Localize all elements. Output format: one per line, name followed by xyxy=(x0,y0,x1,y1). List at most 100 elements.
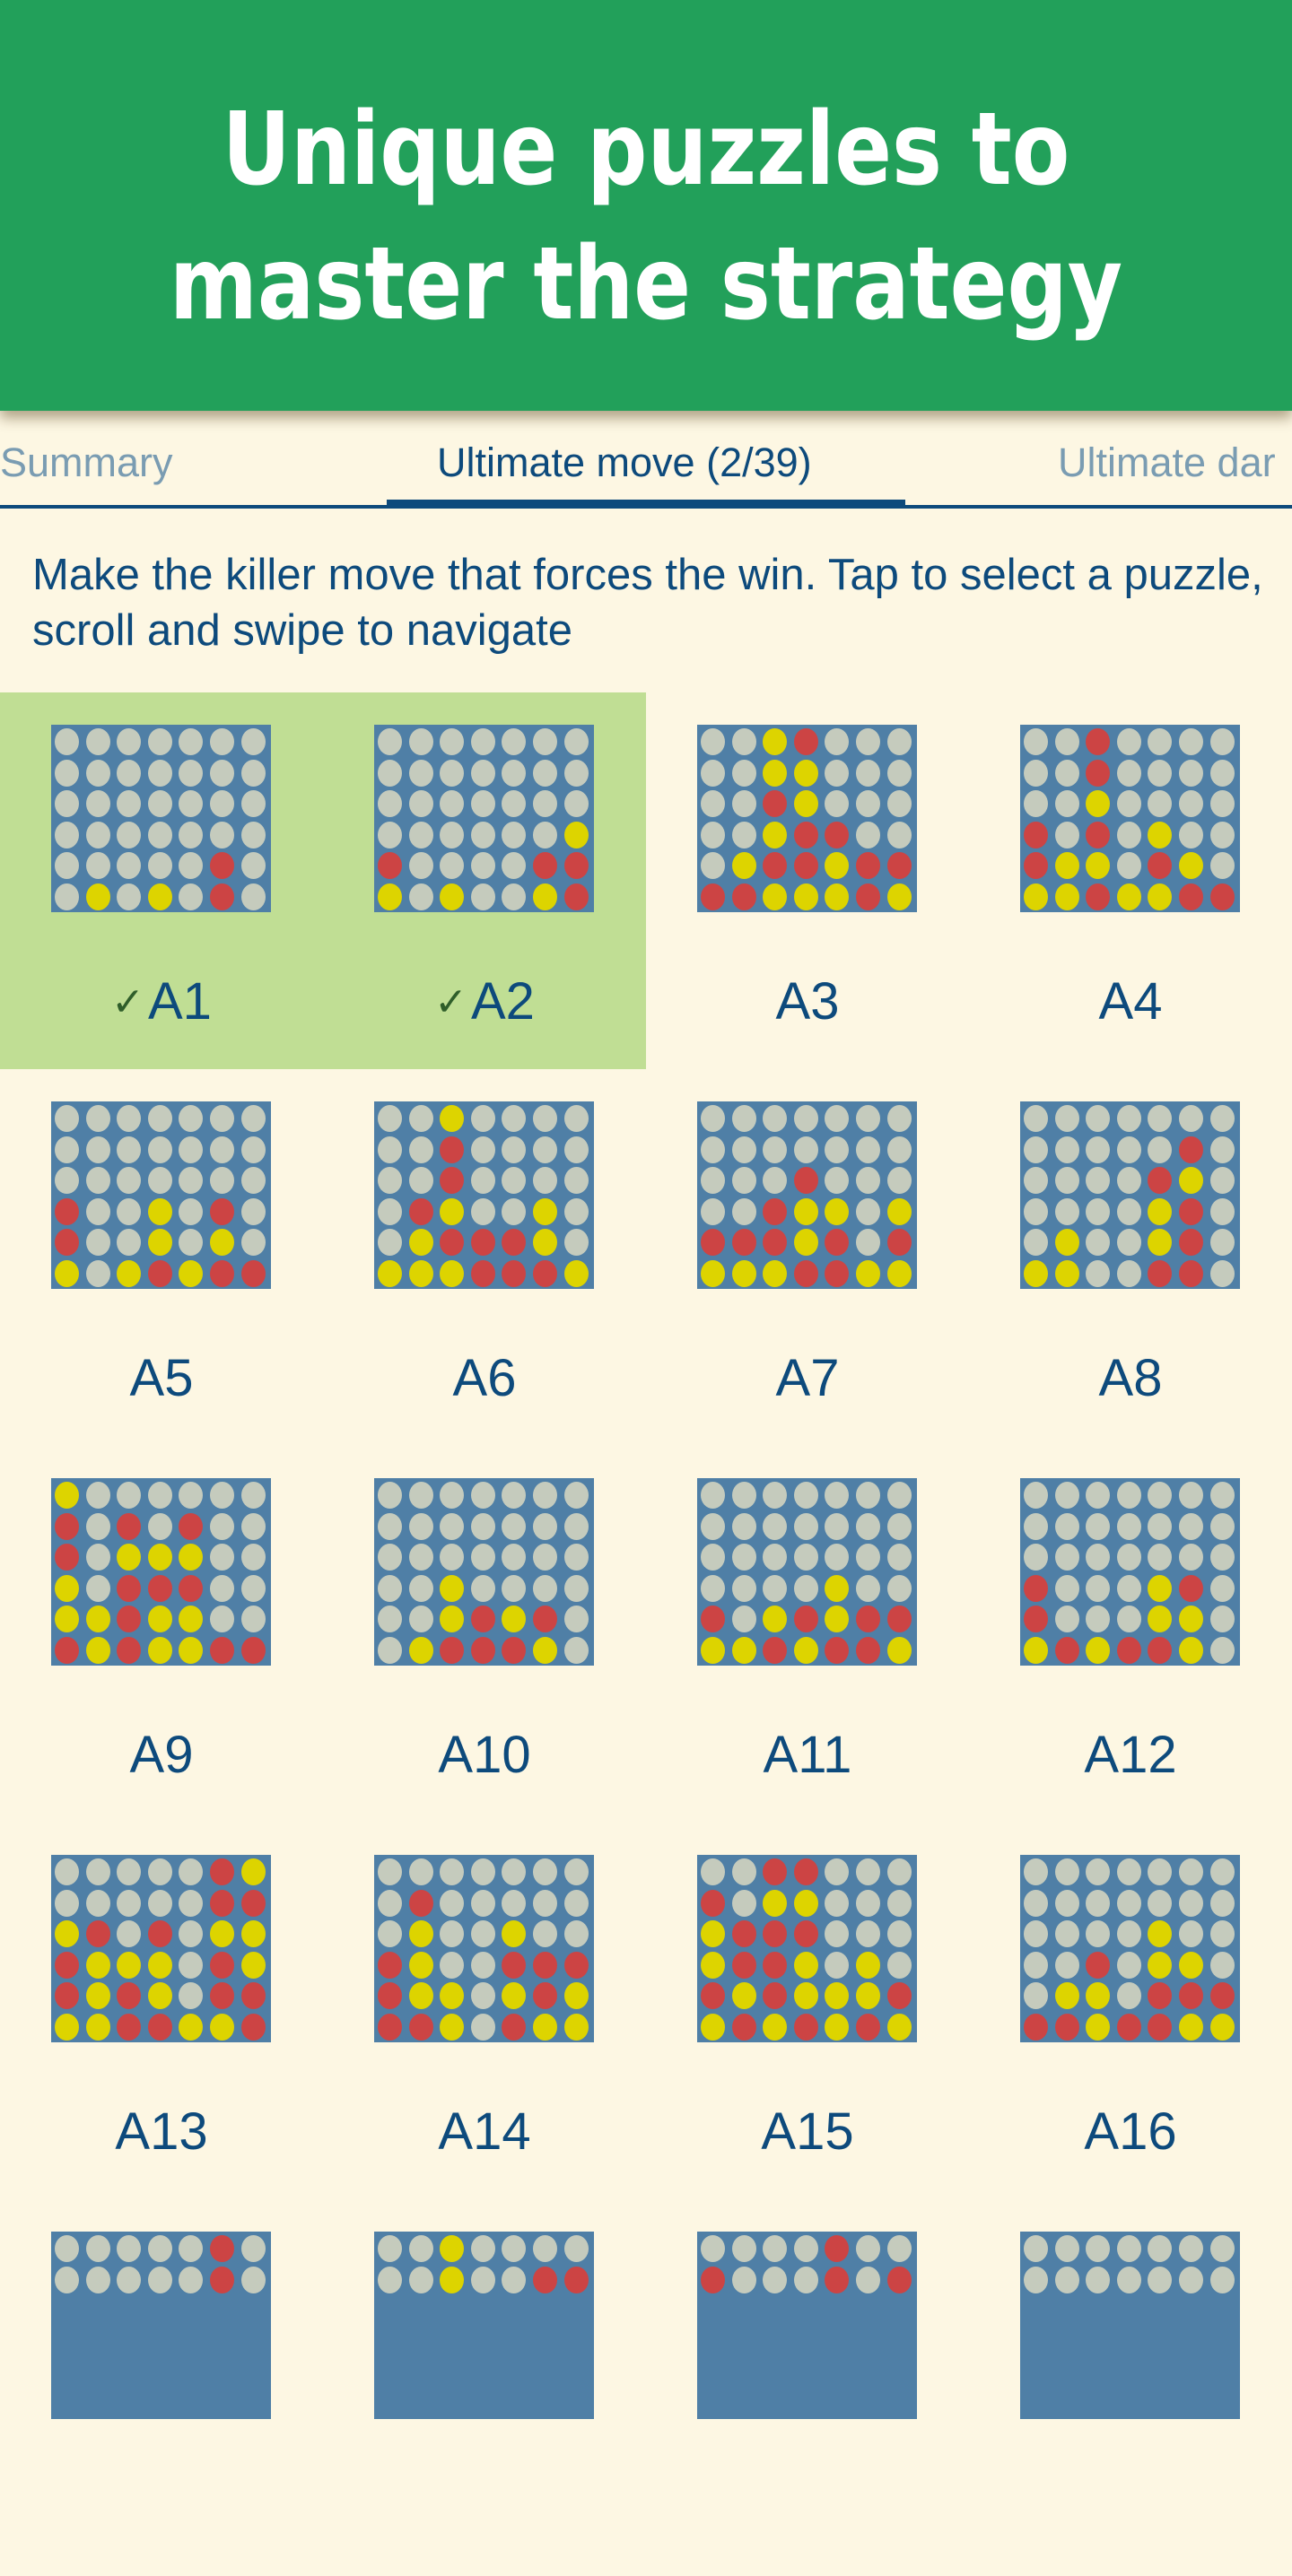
puzzle-tile[interactable]: A10 xyxy=(323,1446,646,1823)
empty-slot xyxy=(408,1574,433,1602)
empty-slot xyxy=(179,1858,204,1885)
empty-slot xyxy=(1086,1260,1111,1287)
tab-ultimate-move[interactable]: Ultimate move (2/39) xyxy=(437,439,812,486)
empty-slot xyxy=(533,1482,557,1509)
puzzle-tile[interactable]: ✓A2 xyxy=(323,692,646,1069)
empty-slot xyxy=(85,1105,110,1132)
empty-slot xyxy=(731,1889,756,1917)
yellow-disc xyxy=(55,2014,79,2041)
empty-slot xyxy=(179,790,204,818)
red-disc xyxy=(1024,2014,1048,2041)
yellow-disc xyxy=(408,1229,433,1257)
puzzle-tile[interactable]: A11 xyxy=(646,1446,969,1823)
red-disc xyxy=(240,1637,266,1664)
empty-slot xyxy=(378,821,402,849)
empty-slot xyxy=(1086,2235,1111,2262)
empty-slot xyxy=(856,821,880,849)
puzzle-tile[interactable] xyxy=(646,2199,969,2576)
empty-slot xyxy=(210,1105,234,1132)
puzzle-tile[interactable] xyxy=(0,2199,323,2576)
red-disc xyxy=(701,2266,725,2293)
yellow-disc xyxy=(440,1260,465,1287)
puzzle-label-text: A9 xyxy=(129,1726,194,1784)
tab-summary[interactable]: Summary xyxy=(0,439,173,486)
puzzle-tile[interactable]: A9 xyxy=(0,1446,323,1823)
puzzle-tile[interactable]: A15 xyxy=(646,1823,969,2199)
empty-slot xyxy=(502,1512,527,1540)
yellow-disc xyxy=(147,1637,172,1664)
empty-slot xyxy=(85,1574,110,1602)
puzzle-tile[interactable]: A6 xyxy=(323,1069,646,1446)
empty-slot xyxy=(701,1167,725,1195)
yellow-disc xyxy=(179,1544,204,1571)
empty-slot xyxy=(1116,1136,1141,1163)
red-disc xyxy=(1024,1606,1048,1633)
puzzle-tile[interactable]: A13 xyxy=(0,1823,323,2199)
empty-slot xyxy=(533,821,557,849)
empty-slot xyxy=(1116,2235,1141,2262)
red-disc xyxy=(1148,1260,1173,1287)
empty-slot xyxy=(378,1858,402,1885)
empty-slot xyxy=(701,1136,725,1163)
empty-slot xyxy=(763,1574,788,1602)
red-disc xyxy=(1086,759,1111,787)
empty-slot xyxy=(408,1105,433,1132)
empty-slot xyxy=(470,1197,495,1225)
yellow-disc xyxy=(563,821,589,849)
empty-slot xyxy=(179,1889,204,1917)
empty-slot xyxy=(117,1167,142,1195)
puzzle-tile[interactable]: A3 xyxy=(646,692,969,1069)
tab-ultimate-danger[interactable]: Ultimate dar xyxy=(1058,439,1276,486)
puzzle-tile[interactable]: A12 xyxy=(969,1446,1292,1823)
empty-slot xyxy=(117,1889,142,1917)
puzzle-board-thumbnail xyxy=(1020,1101,1240,1289)
yellow-disc xyxy=(1148,821,1173,849)
empty-slot xyxy=(1116,1197,1141,1225)
empty-slot xyxy=(502,1858,527,1885)
empty-slot xyxy=(701,1482,725,1509)
yellow-disc xyxy=(1054,883,1079,910)
red-disc xyxy=(1086,728,1111,755)
empty-slot xyxy=(378,2235,402,2262)
empty-slot xyxy=(470,728,495,755)
red-disc xyxy=(440,1136,465,1163)
empty-slot xyxy=(470,852,495,880)
puzzle-tile[interactable]: A4 xyxy=(969,692,1292,1069)
empty-slot xyxy=(1209,1920,1235,1948)
puzzle-tile[interactable]: A7 xyxy=(646,1069,969,1446)
puzzle-tile[interactable]: A5 xyxy=(0,1069,323,1446)
empty-slot xyxy=(85,790,110,818)
red-disc xyxy=(1148,1982,1173,2010)
empty-slot xyxy=(1024,1858,1048,1885)
red-disc xyxy=(1179,883,1203,910)
puzzle-tile[interactable]: A14 xyxy=(323,1823,646,2199)
puzzle-tile[interactable]: ✓A1 xyxy=(0,692,323,1069)
puzzle-tile[interactable] xyxy=(323,2199,646,2576)
red-disc xyxy=(240,2014,266,2041)
empty-slot xyxy=(886,759,912,787)
yellow-disc xyxy=(440,2235,465,2262)
yellow-disc xyxy=(408,1637,433,1664)
empty-slot xyxy=(1179,1544,1203,1571)
empty-slot xyxy=(1209,852,1235,880)
red-disc xyxy=(1086,821,1111,849)
yellow-disc xyxy=(440,1982,465,2010)
red-disc xyxy=(470,1229,495,1257)
yellow-disc xyxy=(1086,790,1111,818)
puzzle-tile[interactable]: A16 xyxy=(969,1823,1292,2199)
yellow-disc xyxy=(886,1637,912,1664)
red-disc xyxy=(55,1544,79,1571)
empty-slot xyxy=(533,790,557,818)
yellow-disc xyxy=(533,883,557,910)
empty-slot xyxy=(1116,1951,1141,1979)
red-disc xyxy=(147,1574,172,1602)
puzzle-label: A7 xyxy=(646,1349,969,1408)
empty-slot xyxy=(440,852,465,880)
empty-slot xyxy=(470,2235,495,2262)
empty-slot xyxy=(1179,1858,1203,1885)
puzzle-tile[interactable] xyxy=(969,2199,1292,2576)
yellow-disc xyxy=(1054,1260,1079,1287)
red-disc xyxy=(240,1982,266,2010)
puzzle-tile[interactable]: A8 xyxy=(969,1069,1292,1446)
yellow-disc xyxy=(147,1606,172,1633)
